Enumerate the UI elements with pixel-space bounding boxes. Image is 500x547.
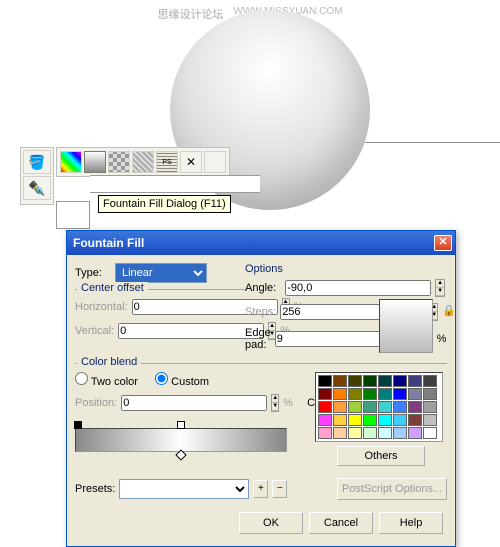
custom-radio[interactable]: Custom <box>155 372 209 388</box>
dialog-title: Fountain Fill <box>73 236 144 250</box>
gradient-mid-handle[interactable] <box>175 449 186 460</box>
gradient-preview <box>379 299 433 353</box>
palette-swatch[interactable] <box>333 401 347 413</box>
ok-button[interactable]: OK <box>239 512 303 534</box>
palette-swatch[interactable] <box>378 427 392 439</box>
palette-swatch[interactable] <box>318 388 332 400</box>
fountain-fill-icon[interactable] <box>84 151 106 173</box>
palette-swatch[interactable] <box>393 375 407 387</box>
palette-swatch[interactable] <box>363 414 377 426</box>
color-palette <box>315 372 443 442</box>
steps-label: Steps: <box>245 306 276 318</box>
palette-swatch[interactable] <box>423 375 437 387</box>
gradient-stop-mid[interactable] <box>177 421 185 429</box>
palette-swatch[interactable] <box>318 414 332 426</box>
color-docker-icon[interactable] <box>204 151 226 173</box>
angle-input[interactable] <box>285 280 431 296</box>
color-blend-group: Color blend <box>75 363 447 364</box>
help-button[interactable]: Help <box>379 512 443 534</box>
palette-swatch[interactable] <box>348 375 362 387</box>
postscript-options-button: PostScript Options... <box>337 478 447 500</box>
palette-swatch[interactable] <box>363 375 377 387</box>
type-label: Type: <box>75 267 111 279</box>
preset-remove-icon[interactable]: − <box>272 480 287 498</box>
presets-combo[interactable] <box>119 479 249 499</box>
vertical-input <box>118 323 264 339</box>
preset-add-icon[interactable]: + <box>253 480 268 498</box>
palette-swatch[interactable] <box>363 427 377 439</box>
texture-fill-icon[interactable] <box>132 151 154 173</box>
palette-swatch[interactable] <box>393 401 407 413</box>
palette-swatch[interactable] <box>408 388 422 400</box>
guide-line <box>365 142 500 143</box>
palette-swatch[interactable] <box>408 414 422 426</box>
palette-swatch[interactable] <box>333 388 347 400</box>
palette-swatch[interactable] <box>333 427 347 439</box>
fountain-fill-dialog: Fountain Fill ✕ Type: Linear Center offs… <box>66 230 456 547</box>
palette-swatch[interactable] <box>333 375 347 387</box>
ruler-corner <box>56 201 90 229</box>
cancel-button[interactable]: Cancel <box>309 512 373 534</box>
fill-flyout-toolbar: PS ✕ <box>56 147 230 177</box>
close-icon[interactable]: ✕ <box>434 235 452 251</box>
lock-icon[interactable]: 🔒 <box>442 304 456 320</box>
palette-swatch[interactable] <box>318 427 332 439</box>
palette-swatch[interactable] <box>408 401 422 413</box>
no-fill-icon[interactable]: ✕ <box>180 151 202 173</box>
position-label: Position: <box>75 397 117 409</box>
palette-swatch[interactable] <box>348 414 362 426</box>
palette-swatch[interactable] <box>318 375 332 387</box>
palette-swatch[interactable] <box>423 401 437 413</box>
position-spin: ▲▼ <box>271 394 279 412</box>
pattern-fill-icon[interactable] <box>108 151 130 173</box>
palette-swatch[interactable] <box>333 414 347 426</box>
palette-swatch[interactable] <box>423 388 437 400</box>
gradient-editor[interactable] <box>75 428 287 452</box>
palette-swatch[interactable] <box>378 414 392 426</box>
edgepad-label: Edge pad: <box>245 327 271 351</box>
palette-swatch[interactable] <box>378 388 392 400</box>
palette-swatch[interactable] <box>378 375 392 387</box>
tooltip: Fountain Fill Dialog (F11) <box>98 195 231 213</box>
palette-swatch[interactable] <box>378 401 392 413</box>
vertical-label: Vertical: <box>75 325 114 337</box>
angle-label: Angle: <box>245 282 281 294</box>
uniform-fill-icon[interactable] <box>60 151 82 173</box>
palette-swatch[interactable] <box>393 388 407 400</box>
position-input <box>121 395 267 411</box>
gradient-stop-start[interactable] <box>74 421 82 429</box>
palette-swatch[interactable] <box>408 375 422 387</box>
center-offset-group: Center offset <box>75 289 245 290</box>
outline-tool-icon[interactable]: ✒️ <box>23 176 51 200</box>
palette-swatch[interactable] <box>348 401 362 413</box>
ruler-horizontal <box>90 175 260 193</box>
palette-swatch[interactable] <box>318 401 332 413</box>
palette-swatch[interactable] <box>363 388 377 400</box>
palette-swatch[interactable] <box>363 401 377 413</box>
palette-swatch[interactable] <box>348 427 362 439</box>
two-color-radio[interactable]: Two color <box>75 372 138 388</box>
tool-palette-vertical: 🪣 ✒️ <box>20 147 54 205</box>
type-combo[interactable]: Linear <box>115 263 207 283</box>
palette-swatch[interactable] <box>408 427 422 439</box>
angle-spin[interactable]: ▲▼ <box>435 279 445 297</box>
options-label: Options <box>245 263 283 275</box>
palette-swatch[interactable] <box>393 414 407 426</box>
others-button[interactable]: Others <box>337 446 425 466</box>
palette-swatch[interactable] <box>423 414 437 426</box>
fill-tool-icon[interactable]: 🪣 <box>23 150 51 174</box>
palette-swatch[interactable] <box>393 427 407 439</box>
postscript-fill-icon[interactable]: PS <box>156 151 178 173</box>
palette-swatch[interactable] <box>348 388 362 400</box>
horizontal-label: Horizontal: <box>75 301 128 313</box>
titlebar[interactable]: Fountain Fill ✕ <box>67 231 455 255</box>
palette-swatch[interactable] <box>423 427 437 439</box>
presets-label: Presets: <box>75 483 115 495</box>
